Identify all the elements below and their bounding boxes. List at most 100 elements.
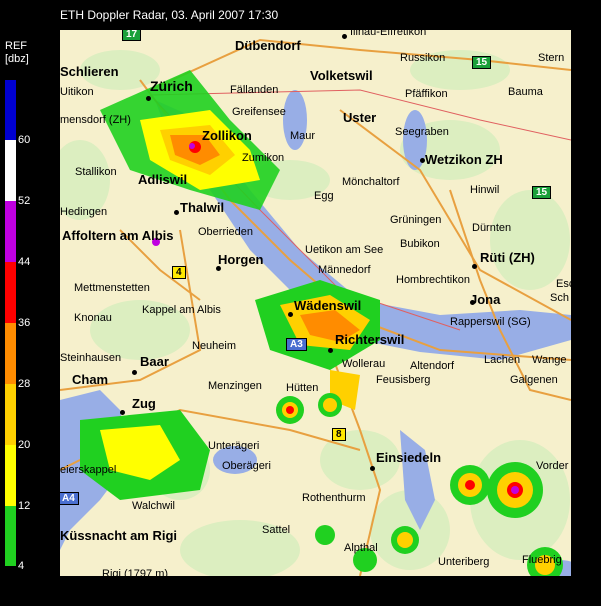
label-gruningen: Grüningen — [390, 214, 442, 226]
label-affoltern: Affoltern am Albis — [62, 228, 174, 243]
label-mettmenstetten: Mettmenstetten — [74, 282, 150, 294]
label-hombrechtikon: Hombrechtikon — [396, 274, 470, 286]
label-dietlikon: Illnau-Effretikon — [350, 30, 427, 38]
legend-tick-20: 20 — [18, 439, 31, 451]
label-rapperswil: Rapperswil (SG) — [450, 316, 531, 328]
label-egg: Egg — [314, 190, 334, 202]
town-dot — [132, 370, 137, 375]
label-steinerkappel: eierskappel — [60, 464, 117, 476]
legend-tick-28: 28 — [18, 378, 31, 390]
label-menzingen: Menzingen — [208, 380, 262, 392]
label-zug: Zug — [132, 396, 156, 411]
label-adliswil: Adliswil — [138, 172, 188, 187]
legend-tick-52: 52 — [18, 195, 31, 207]
label-wetzikon: Wetzikon ZH — [425, 152, 503, 167]
radar-map[interactable]: Zürich Dübendorf Russikon Volketswil Sch… — [60, 30, 571, 576]
label-unterageri: Unterägeri — [208, 440, 260, 452]
town-dot — [370, 466, 375, 471]
town-dot — [420, 158, 425, 163]
label-horgen: Horgen — [218, 252, 264, 267]
label-kussnacht: Küssnacht am Rigi — [60, 528, 178, 543]
label-alpthal: Alpthal — [344, 542, 378, 554]
label-uitikon: Uitikon — [60, 86, 94, 98]
label-wangen: Wange — [532, 354, 567, 366]
legend-tick-36: 36 — [18, 317, 31, 329]
label-richterswil: Richterswil — [335, 332, 405, 347]
label-stallikon: Stallikon — [75, 166, 117, 178]
scale-band-orange — [5, 323, 16, 384]
label-einsiedeln: Einsiedeln — [376, 450, 442, 465]
legend-tick-12: 12 — [18, 500, 31, 512]
label-bubikon: Bubikon — [400, 238, 440, 250]
label-stern: Stern — [538, 52, 565, 64]
label-altendorf: Altendorf — [410, 360, 455, 372]
label-zumikon: Zumikon — [242, 152, 285, 164]
label-lachen: Lachen — [484, 354, 521, 366]
town-dot — [342, 34, 347, 39]
label-thalwil: Thalwil — [180, 200, 225, 215]
scale-band-purple — [5, 201, 16, 262]
label-dubendorf: Dübendorf — [235, 38, 301, 53]
label-uster: Uster — [343, 110, 377, 125]
scale-band-white — [5, 140, 16, 201]
town-dot — [120, 410, 125, 415]
label-kappel: Kappel am Albis — [142, 304, 221, 316]
label-pfaffikon: Pfäffikon — [405, 88, 448, 100]
scale-band-gold — [5, 384, 16, 445]
label-uetikon: Uetikon am See — [305, 244, 384, 256]
road-shield-17: 17 — [122, 30, 142, 41]
label-mendorf: mensdorf (ZH) — [60, 114, 131, 126]
label-russikon: Russikon — [400, 52, 446, 64]
scale-band-yellow — [5, 445, 16, 506]
label-jona: Jona — [470, 292, 501, 307]
label-wadenswil: Wädenswil — [294, 298, 362, 313]
label-wollerau: Wollerau — [342, 358, 386, 370]
label-steinhausen: Steinhausen — [60, 352, 122, 364]
reflectivity-color-scale — [5, 80, 16, 566]
legend-unit-ref: REF — [5, 40, 27, 52]
town-dot — [472, 264, 477, 269]
label-fluebrig: Fluebrig — [522, 554, 562, 566]
label-vorder: Vorder — [536, 460, 569, 472]
label-feusisberg: Feusisberg — [376, 374, 431, 386]
label-galgenen: Galgenen — [510, 374, 558, 386]
label-monchaltorf: Mönchaltorf — [342, 176, 400, 188]
road-shield-8: 8 — [332, 428, 346, 441]
label-sattel: Sattel — [262, 524, 291, 536]
label-schlieren: Schlieren — [60, 64, 119, 79]
scale-band-blue — [5, 80, 16, 140]
label-oberrieden: Oberrieden — [198, 226, 254, 238]
legend-unit: REF [dbz] — [5, 40, 29, 66]
label-mannedorf: Männedorf — [318, 264, 371, 276]
road-shield-a3: A3 — [286, 338, 307, 351]
road-shield-4: 4 — [172, 266, 186, 279]
label-rothenthurm: Rothenthurm — [302, 492, 366, 504]
label-oberageri: Oberägeri — [222, 460, 271, 472]
label-zollikon: Zollikon — [202, 128, 252, 143]
road-shield-15-south: 15 — [532, 186, 552, 199]
legend-tick-4: 4 — [18, 560, 25, 572]
label-hinwil: Hinwil — [470, 184, 500, 196]
label-greifensee: Greifensee — [232, 106, 286, 118]
label-zurich: Zürich — [150, 78, 193, 94]
town-dot — [216, 266, 221, 271]
label-hutten: Hütten — [286, 382, 319, 394]
scale-band-red — [5, 262, 16, 323]
road-shield-a4: A4 — [60, 492, 79, 505]
town-dot — [146, 96, 151, 101]
label-knonau: Knonau — [74, 312, 112, 324]
label-hedingen: Hedingen — [60, 206, 108, 218]
label-neuheim: Neuheim — [192, 340, 237, 352]
label-seegraben: Seegraben — [395, 126, 449, 138]
radar-title: ETH Doppler Radar, 03. April 2007 17:30 — [60, 8, 279, 22]
town-dot — [174, 210, 179, 215]
label-baar: Baar — [140, 354, 169, 369]
label-maur: Maur — [290, 130, 316, 142]
town-dot — [288, 312, 293, 317]
label-durnten: Dürnten — [472, 222, 512, 234]
label-esch: Esc — [556, 278, 571, 290]
label-unteriberg: Unteriberg — [438, 556, 490, 568]
label-walchwil: Walchwil — [132, 500, 175, 512]
label-volketswil: Volketswil — [310, 68, 373, 83]
town-dot — [470, 300, 475, 305]
